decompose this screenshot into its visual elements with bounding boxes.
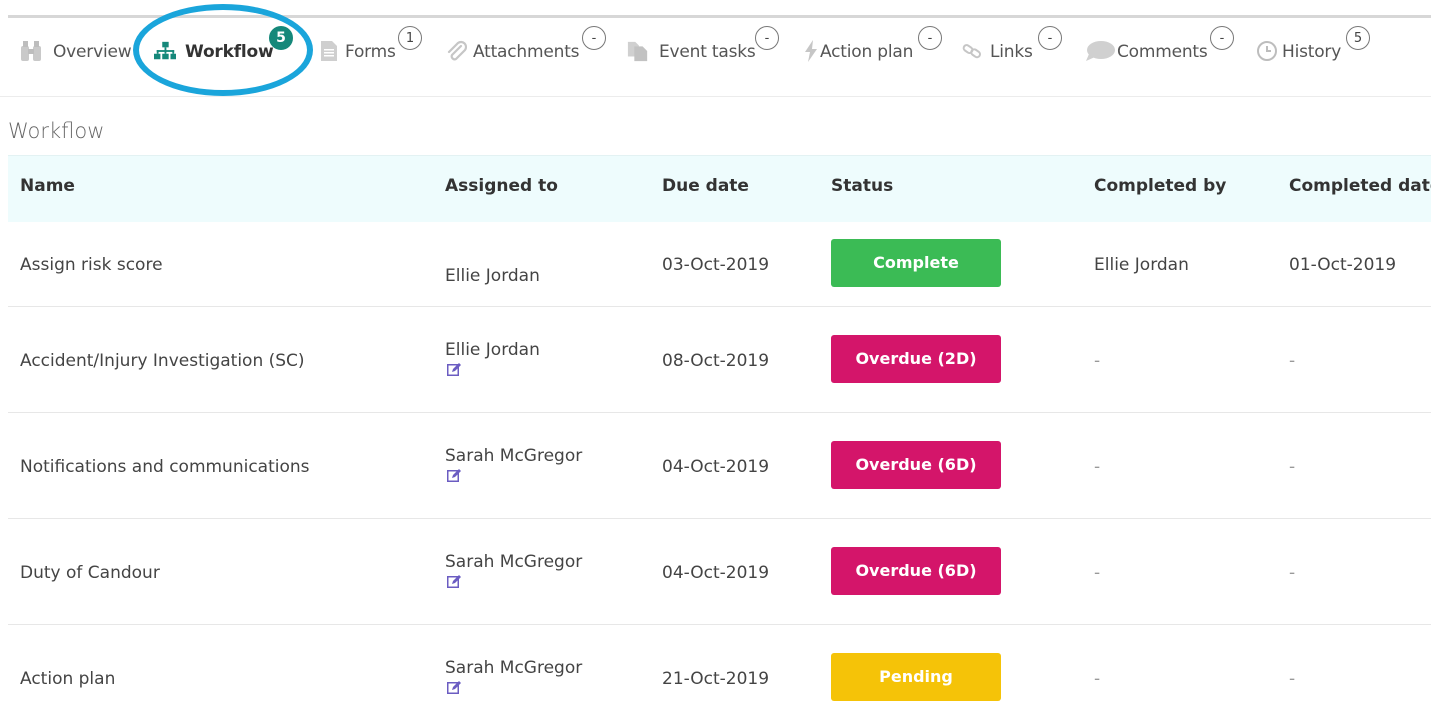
task-name[interactable]: Action plan [20, 669, 115, 689]
assigned-to: Sarah McGregor [445, 552, 583, 572]
tab-comments-label: Comments [1117, 42, 1208, 62]
tab-comments-count: - [1210, 26, 1234, 50]
column-header-assigned-to[interactable]: Assigned to [445, 176, 558, 196]
completed-by: - [1094, 563, 1101, 583]
completed-by: - [1094, 457, 1101, 477]
section-title: Workflow [8, 119, 105, 143]
bolt-icon [800, 39, 822, 63]
due-date: 04-Oct-2019 [662, 563, 770, 583]
assigned-to: Ellie Jordan [445, 266, 540, 286]
tab-attachments[interactable]: Attachments - [445, 18, 610, 96]
status-badge[interactable]: Complete [831, 239, 1001, 287]
assigned-to: Ellie Jordan [445, 340, 540, 360]
tab-forms-label: Forms [345, 42, 396, 62]
assigned-to: Sarah McGregor [445, 446, 583, 466]
status-badge[interactable]: Overdue (2D) [831, 335, 1001, 383]
tab-overview[interactable]: Overview [8, 18, 133, 96]
comment-icon [1085, 39, 1115, 63]
completed-by: - [1094, 669, 1101, 689]
task-name[interactable]: Duty of Candour [20, 563, 160, 583]
status-badge[interactable]: Overdue (6D) [831, 441, 1001, 489]
tab-history-label: History [1282, 42, 1342, 62]
copy-icon [627, 39, 649, 63]
table-row[interactable]: Accident/Injury Investigation (SC) Ellie… [8, 307, 1431, 413]
status-badge[interactable]: Overdue (6D) [831, 547, 1001, 595]
tab-event-tasks-label: Event tasks [659, 42, 756, 62]
column-header-name[interactable]: Name [20, 176, 75, 196]
tab-comments[interactable]: Comments - [1085, 18, 1240, 96]
document-icon [318, 39, 340, 63]
tab-forms[interactable]: Forms 1 [318, 18, 428, 96]
link-icon [962, 39, 984, 63]
task-name[interactable]: Notifications and communications [20, 457, 310, 477]
due-date: 08-Oct-2019 [662, 351, 770, 371]
tab-event-tasks[interactable]: Event tasks - [627, 18, 787, 96]
tab-action-plan-count: - [918, 26, 942, 50]
column-header-status[interactable]: Status [831, 176, 893, 196]
completed-by: Ellie Jordan [1094, 255, 1189, 275]
tab-links-label: Links [990, 42, 1033, 62]
clock-icon [1256, 39, 1278, 63]
due-date: 03-Oct-2019 [662, 255, 770, 275]
tab-history-count: 5 [1346, 26, 1370, 50]
tab-attachments-label: Attachments [473, 42, 580, 62]
table-header: Name Assigned to Due date Status Complet… [8, 155, 1431, 222]
table-row[interactable]: Duty of Candour Sarah McGregor 04-Oct-20… [8, 519, 1431, 625]
table-row[interactable]: Action plan Sarah McGregor 21-Oct-2019 P… [8, 625, 1431, 715]
tab-action-plan-label: Action plan [820, 42, 914, 62]
column-header-completed-by[interactable]: Completed by [1094, 176, 1226, 196]
edit-icon[interactable] [447, 573, 463, 588]
edit-icon[interactable] [447, 467, 463, 482]
tab-bar: Overview Workflow 5 Forms 1 Attachments … [0, 18, 1431, 97]
completed-date: 01-Oct-2019 [1289, 255, 1397, 275]
column-header-due-date[interactable]: Due date [662, 176, 749, 196]
paperclip-icon [445, 39, 467, 63]
sitemap-icon [154, 39, 176, 63]
tab-links[interactable]: Links - [962, 18, 1072, 96]
tab-workflow[interactable]: Workflow 5 [150, 18, 300, 96]
tab-attachments-count: - [582, 26, 606, 50]
tab-forms-count: 1 [398, 26, 422, 50]
completed-date: - [1289, 563, 1296, 583]
column-header-completed-date[interactable]: Completed date [1289, 176, 1431, 196]
tab-workflow-count: 5 [269, 26, 293, 50]
completed-date: - [1289, 669, 1296, 689]
task-name[interactable]: Assign risk score [20, 255, 163, 275]
table-row[interactable]: Notifications and communications Sarah M… [8, 413, 1431, 519]
tab-history[interactable]: History 5 [1256, 18, 1386, 96]
due-date: 04-Oct-2019 [662, 457, 770, 477]
table-row[interactable]: Assign risk score Ellie Jordan 03-Oct-20… [8, 222, 1431, 307]
edit-icon[interactable] [447, 361, 463, 376]
completed-by: - [1094, 351, 1101, 371]
status-badge[interactable]: Pending [831, 653, 1001, 701]
tab-overview-label: Overview [53, 42, 132, 62]
task-name[interactable]: Accident/Injury Investigation (SC) [20, 351, 305, 371]
completed-date: - [1289, 457, 1296, 477]
completed-date: - [1289, 351, 1296, 371]
workflow-table: Name Assigned to Due date Status Complet… [8, 155, 1431, 715]
due-date: 21-Oct-2019 [662, 669, 770, 689]
assigned-to: Sarah McGregor [445, 658, 583, 678]
tab-action-plan[interactable]: Action plan - [800, 18, 950, 96]
tab-event-tasks-count: - [755, 26, 779, 50]
edit-icon[interactable] [447, 679, 463, 694]
tab-links-count: - [1038, 26, 1062, 50]
binoculars-icon [20, 39, 42, 63]
tab-workflow-label: Workflow [185, 42, 274, 62]
